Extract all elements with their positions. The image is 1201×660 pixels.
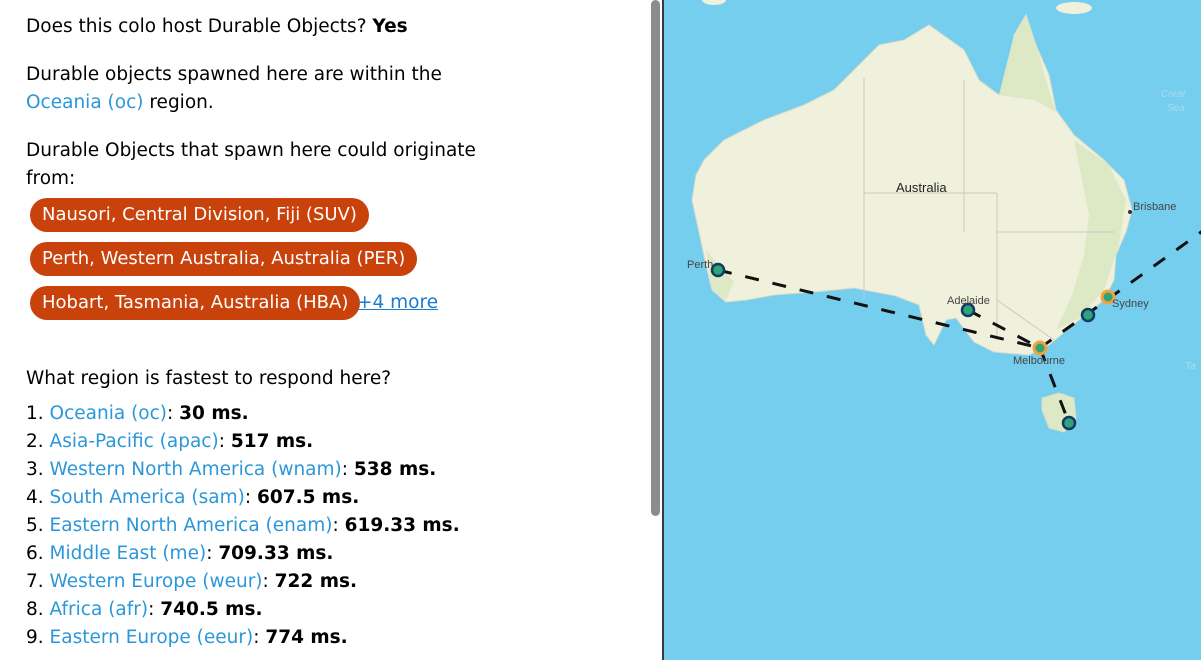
sea-label-sea: Sea bbox=[1167, 103, 1185, 114]
origin-heading-line-2: from: bbox=[26, 168, 76, 189]
host-question-text: Does this colo host Durable Objects? bbox=[26, 16, 367, 37]
info-panel: Does this colo host Durable Objects? Yes… bbox=[0, 0, 650, 660]
region-line-2: Oceania (oc) region. bbox=[26, 89, 214, 117]
more-origins-link[interactable]: +4 more bbox=[357, 289, 438, 317]
region-link[interactable]: Asia-Pacific (apac) bbox=[50, 431, 219, 452]
canberra-marker[interactable] bbox=[1080, 307, 1096, 323]
latency-value: 607.5 ms. bbox=[256, 487, 360, 508]
origin-pill-hba[interactable]: Hobart, Tasmania, Australia (HBA) bbox=[30, 286, 361, 320]
latency-value: 774 ms. bbox=[265, 627, 348, 648]
origin-heading-line-1: Durable Objects that spawn here could or… bbox=[26, 140, 476, 161]
origin-pill-per[interactable]: Perth, Western Australia, Australia (PER… bbox=[30, 242, 418, 276]
region-suffix: region. bbox=[149, 92, 214, 113]
latency-value: 619.33 ms. bbox=[344, 515, 460, 536]
latency-value: 517 ms. bbox=[230, 431, 314, 452]
map-canvas[interactable]: Australia Perth Adelaide Melbourne Sydne… bbox=[664, 0, 1201, 660]
region-link[interactable]: Oceania (oc) bbox=[50, 403, 167, 424]
list-item: 4. South America (sam): 607.5 ms. bbox=[26, 487, 360, 508]
fastest-question: What region is fastest to respond here? bbox=[26, 368, 392, 389]
host-answer: Yes bbox=[372, 16, 408, 37]
list-item: 2. Asia-Pacific (apac): 517 ms. bbox=[26, 431, 314, 452]
list-item: 3. Western North America (wnam): 538 ms. bbox=[26, 459, 437, 480]
region-link[interactable]: Oceania (oc) bbox=[26, 92, 143, 113]
list-item: 7. Western Europe (weur): 722 ms. bbox=[26, 571, 358, 592]
region-line-1: Durable objects spawned here are within … bbox=[26, 64, 442, 85]
sea-label-tasman: Ta bbox=[1185, 361, 1196, 372]
list-item: 6. Middle East (me): 709.33 ms. bbox=[26, 543, 334, 564]
origin-pill-suv[interactable]: Nausori, Central Division, Fiji (SUV) bbox=[30, 198, 369, 232]
perth-marker[interactable] bbox=[710, 262, 726, 278]
scrollbar-thumb[interactable] bbox=[651, 0, 660, 516]
region-ranking-list: 1. Oceania (oc): 30 ms. 2. Asia-Pacific … bbox=[26, 400, 460, 652]
city-label-sydney: Sydney bbox=[1112, 298, 1149, 310]
region-link[interactable]: Eastern North America (enam) bbox=[50, 515, 333, 536]
host-question: Does this colo host Durable Objects? Yes bbox=[26, 13, 408, 41]
island bbox=[1056, 2, 1092, 14]
melbourne-home-marker[interactable] bbox=[1032, 340, 1048, 356]
region-link[interactable]: Africa (afr) bbox=[50, 599, 149, 620]
region-link[interactable]: Western North America (wnam) bbox=[50, 459, 342, 480]
hobart-marker[interactable] bbox=[1061, 415, 1077, 431]
city-label-melbourne: Melbourne bbox=[1013, 355, 1065, 367]
latency-value: 30 ms. bbox=[179, 403, 249, 424]
latency-value: 709.33 ms. bbox=[218, 543, 334, 564]
brisbane-dot bbox=[1128, 210, 1132, 214]
list-item: 8. Africa (afr): 740.5 ms. bbox=[26, 599, 263, 620]
latency-value: 722 ms. bbox=[274, 571, 358, 592]
region-link[interactable]: Eastern Europe (eeur) bbox=[50, 627, 254, 648]
country-label: Australia bbox=[896, 180, 947, 195]
sea-label-coral: Coral bbox=[1161, 89, 1186, 100]
map-view[interactable]: Australia Perth Adelaide Melbourne Sydne… bbox=[664, 0, 1201, 660]
list-item: 5. Eastern North America (enam): 619.33 … bbox=[26, 515, 460, 536]
region-link[interactable]: Middle East (me) bbox=[50, 543, 207, 564]
region-link[interactable]: Western Europe (weur) bbox=[50, 571, 263, 592]
list-item: 9. Eastern Europe (eeur): 774 ms. bbox=[26, 627, 348, 648]
latency-value: 740.5 ms. bbox=[160, 599, 263, 620]
list-item: 1. Oceania (oc): 30 ms. bbox=[26, 403, 249, 424]
city-label-adelaide: Adelaide bbox=[947, 295, 990, 307]
latency-value: 538 ms. bbox=[353, 459, 437, 480]
region-link[interactable]: South America (sam) bbox=[50, 487, 245, 508]
city-label-brisbane: Brisbane bbox=[1133, 201, 1176, 213]
city-label-perth: Perth bbox=[687, 259, 713, 271]
